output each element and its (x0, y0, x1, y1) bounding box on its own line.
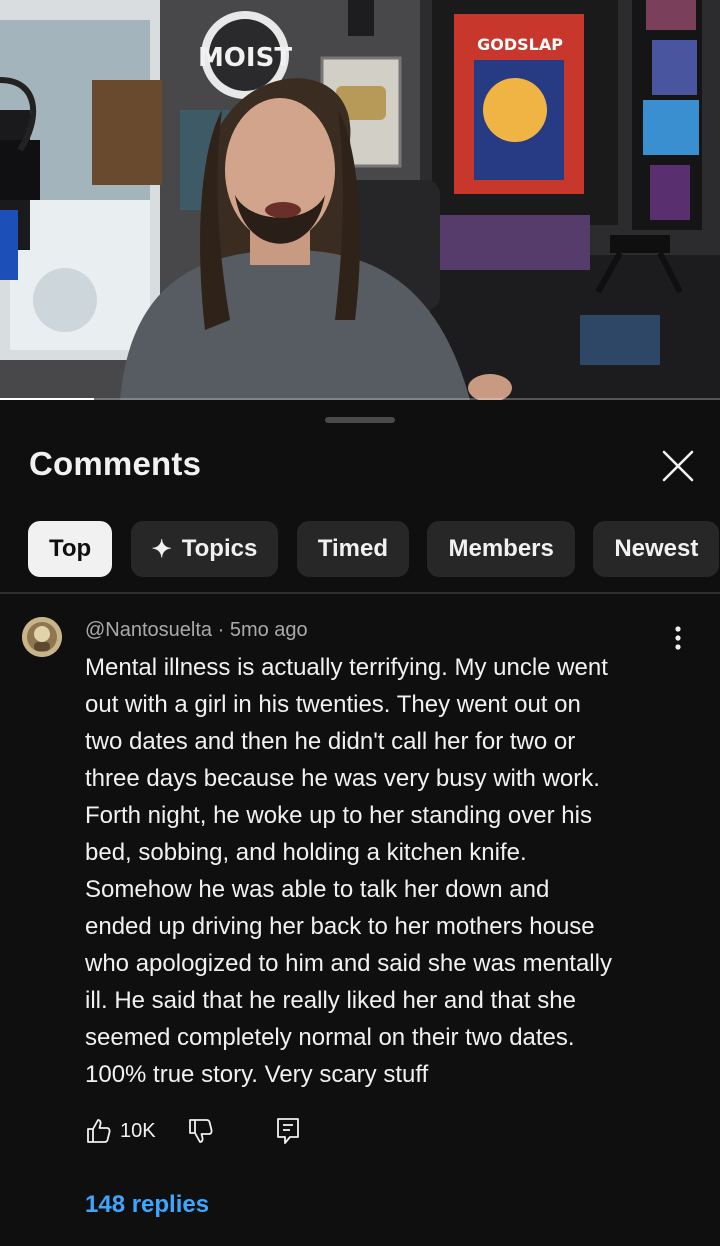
comment-age: 5mo ago (229, 619, 308, 641)
chip-label: Top (49, 535, 92, 562)
like-button[interactable]: 10K (84, 1117, 156, 1145)
video-progress-fill (0, 398, 94, 400)
video-progress-bar[interactable] (0, 398, 720, 400)
like-count: 10K (120, 1119, 156, 1142)
video-frame: MOIST GODSLAP (0, 0, 720, 400)
chip-label: Newest (614, 535, 699, 562)
comment-author[interactable]: @Nantosuelta (85, 619, 212, 641)
drag-handle[interactable] (325, 417, 395, 423)
sort-chips: Top ✦ Topics Timed Members Newest (28, 521, 720, 577)
reply-icon (276, 1118, 299, 1144)
thumb-up-icon (87, 1119, 111, 1143)
scene-logo-text: MOIST (198, 43, 292, 73)
chip-topics[interactable]: ✦ Topics (130, 521, 279, 577)
reply-button[interactable] (274, 1116, 302, 1146)
close-icon (662, 450, 694, 482)
chip-label: Timed (317, 535, 389, 562)
dislike-button[interactable] (186, 1117, 214, 1145)
video-player[interactable]: MOIST GODSLAP (0, 0, 720, 400)
meta-separator: · (217, 619, 230, 641)
comments-sheet: Comments Top ✦ Topics Timed Members Newe… (0, 403, 720, 1246)
comment-meta: @Nantosuelta · 5mo ago (85, 619, 308, 642)
divider (0, 592, 720, 594)
sparkle-icon: ✦ (151, 535, 172, 563)
sheet-title: Comments (29, 445, 202, 482)
chip-members[interactable]: Members (427, 521, 575, 577)
replies-link[interactable]: 148 replies (85, 1191, 209, 1219)
chip-top[interactable]: Top (28, 521, 113, 577)
chip-newest[interactable]: Newest (593, 521, 720, 577)
chip-label: Members (448, 535, 554, 562)
chip-label: Topics (181, 535, 258, 562)
comment-text: Mental illness is actually terrifying. M… (85, 654, 612, 1088)
thumb-down-icon (188, 1119, 213, 1143)
avatar-image (22, 617, 62, 657)
chip-timed[interactable]: Timed (296, 521, 410, 577)
poster-text: GODSLAP (477, 35, 563, 54)
avatar[interactable] (22, 617, 62, 657)
close-button[interactable] (658, 446, 698, 486)
comment-actions: 10K (84, 1115, 302, 1147)
